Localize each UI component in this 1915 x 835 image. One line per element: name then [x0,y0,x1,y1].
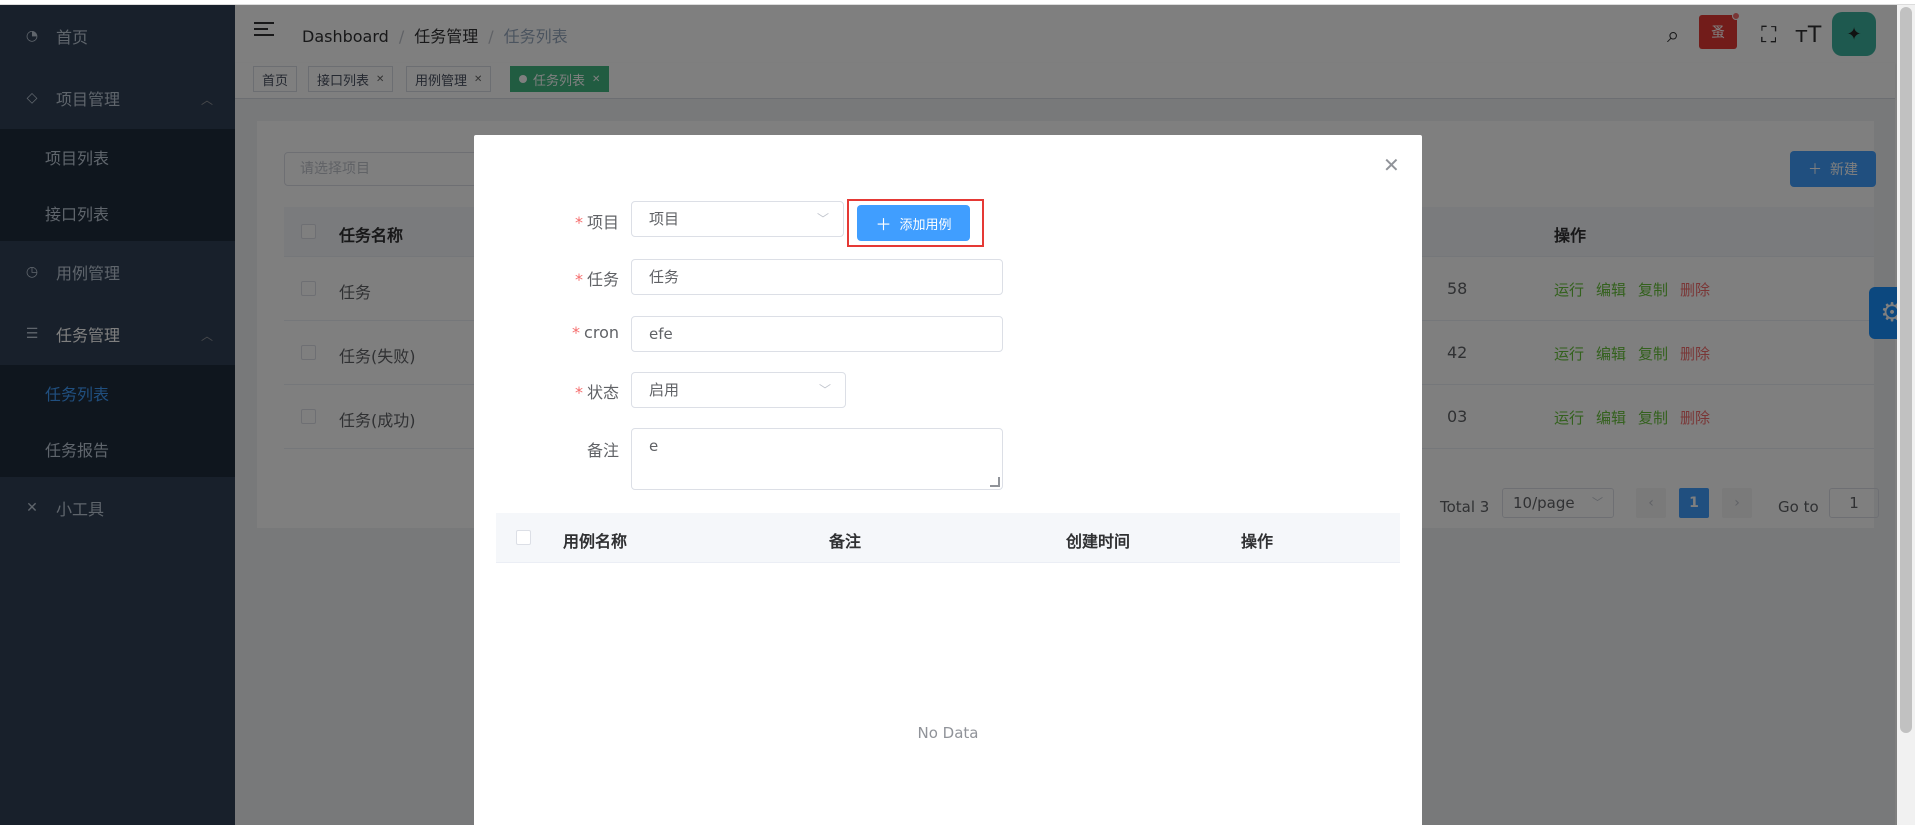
task-input[interactable]: 任务 [631,259,1003,295]
remark-textarea[interactable]: e [631,428,1003,490]
chevron-down-icon: ﹀ [818,383,831,397]
case-table-header: 用例名称 备注 创建时间 操作 [496,513,1400,563]
column-header-case-name: 用例名称 [563,532,628,551]
remark-label: 备注 [586,441,619,460]
project-label: * 项目 [574,213,619,232]
column-header-created: 创建时间 [1066,532,1131,551]
project-dropdown[interactable]: 项目 ﹀ [631,201,844,237]
scrollbar[interactable] [1897,5,1915,825]
status-label: * 状态 [574,383,619,402]
task-label: * 任务 [574,270,619,289]
scrollbar-thumb[interactable] [1900,7,1912,733]
column-header-ops: 操作 [1241,532,1274,551]
chevron-down-icon: ﹀ [816,212,829,226]
empty-state-text: No Data [917,724,979,742]
close-icon[interactable]: ✕ [1383,153,1400,177]
task-dialog: ✕ * 项目 项目 ﹀ ＋添加用例 * 任务 任务 * cron efe * 状态 启用 ﹀… [474,135,1422,835]
resize-handle-icon[interactable] [990,477,1000,487]
select-all-checkbox[interactable] [516,530,531,545]
add-case-button[interactable]: ＋添加用例 [857,205,970,241]
cron-input[interactable]: efe [631,316,1003,352]
status-dropdown[interactable]: 启用 ﹀ [631,372,846,408]
highlight-box: ＋添加用例 [847,199,984,247]
cron-label: * cron [572,323,619,342]
plus-icon: ＋ [875,215,892,234]
column-header-remark: 备注 [829,532,862,551]
